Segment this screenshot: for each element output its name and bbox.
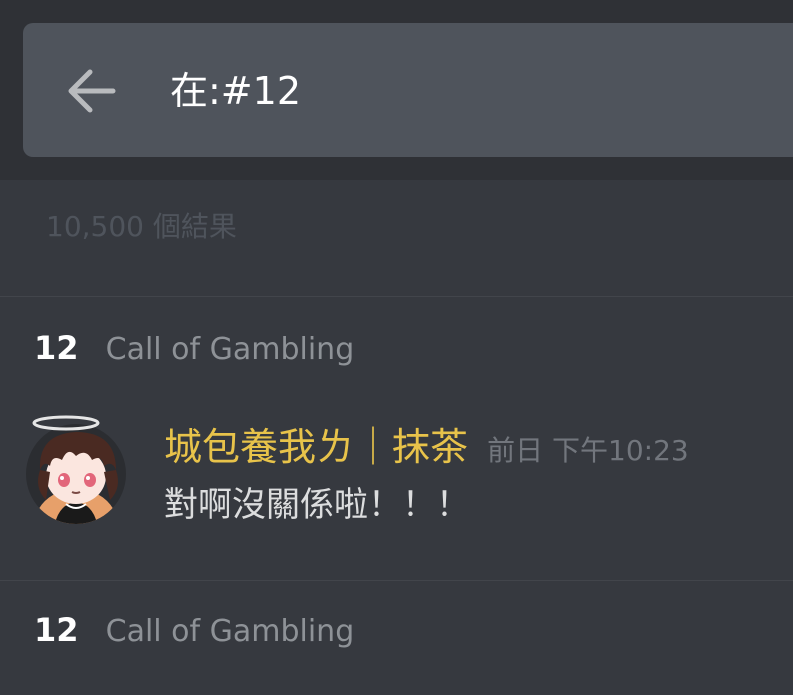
divider [0,580,793,581]
channel-name: 12 [34,329,79,367]
result-count: 10,500 個結果 [46,210,237,243]
divider [0,296,793,297]
search-results-page: 在:#12 10,500 個結果 12 Call of Gambling 城包養… [0,0,793,695]
search-header: 在:#12 [0,0,793,180]
result-channel-header[interactable]: 12 Call of Gambling [34,325,354,371]
guild-name: Call of Gambling [105,614,355,649]
back-arrow-icon[interactable] [66,68,116,114]
search-box[interactable] [23,23,793,157]
user-avatar[interactable] [24,408,128,528]
message-header: 城包養我ㄌ｜抹茶 前日 下午10:23 [164,420,689,474]
result-channel-header[interactable]: 12 Call of Gambling [34,607,354,653]
channel-name: 12 [34,611,79,649]
guild-name: Call of Gambling [105,332,355,367]
author-name[interactable]: 城包養我ㄌ｜抹茶 [164,425,468,469]
message-content[interactable]: 對啊沒關係啦！！！ [164,480,470,530]
search-query[interactable]: 在:#12 [170,64,301,118]
message-timestamp: 前日 下午10:23 [487,434,689,467]
